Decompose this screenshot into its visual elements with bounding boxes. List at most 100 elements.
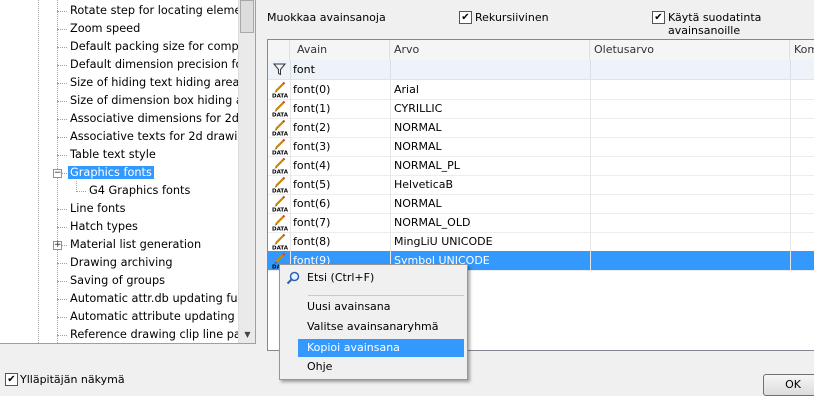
recursive-checkbox[interactable]: ✔ <box>459 11 472 24</box>
tree-item-label: G4 Graphics fonts <box>89 184 191 197</box>
key-cell: font(7) <box>293 216 331 229</box>
svg-text:DATA: DATA <box>272 132 288 137</box>
ok-button[interactable]: OK <box>763 374 814 396</box>
recursive-label[interactable]: Rekursiivinen <box>475 11 549 24</box>
tree-connector <box>57 65 67 66</box>
table-row[interactable]: DATA font(4) NORMAL_PL <box>268 156 814 176</box>
tree-item-label: Table text style <box>70 148 156 161</box>
menu-item-find[interactable]: Etsi (Ctrl+F) <box>298 269 464 287</box>
tree-item-label: Reference drawing clip line para <box>70 328 253 341</box>
tree-item[interactable]: Graphics fonts <box>68 164 154 182</box>
collapse-icon[interactable]: − <box>53 169 62 178</box>
column-header-default[interactable]: Oletusarvo <box>590 40 790 60</box>
tree-item[interactable]: Table text style <box>68 146 158 164</box>
tree-item[interactable]: Default packing size for compor <box>68 38 252 56</box>
keyword-tree[interactable]: Rotate step for locating element Zoom spe… <box>0 0 256 344</box>
value-cell: MingLiU UNICODE <box>394 235 493 248</box>
filter-keywords-label[interactable]: Käytä suodatinta avainsanoille <box>668 11 814 37</box>
tree-item-label: Associative dimensions for 2d d <box>70 112 250 125</box>
filter-row[interactable]: font <box>268 60 814 80</box>
filter-keywords-checkbox[interactable]: ✔ <box>652 11 665 24</box>
tree-guide-line <box>76 181 77 190</box>
key-cell: font(4) <box>293 159 331 172</box>
key-cell: font(1) <box>293 102 331 115</box>
tree-item-label: Size of dimension box hiding are <box>70 94 255 107</box>
table-row[interactable]: DATA font(0) Arial <box>268 80 814 100</box>
table-row[interactable]: DATA font(2) NORMAL <box>268 118 814 138</box>
column-header-comment[interactable]: Kom <box>790 40 814 60</box>
expand-icon[interactable]: + <box>53 241 62 250</box>
tree-connector <box>57 47 67 48</box>
context-menu[interactable]: Etsi (Ctrl+F) Uusi avainsana Valitse ava… <box>279 264 468 380</box>
tree-item-label: Line fonts <box>70 202 126 215</box>
svg-text:DATA: DATA <box>272 170 288 175</box>
tree-item[interactable]: Automatic attr.db updating func <box>68 290 253 308</box>
table-row[interactable]: DATA font(5) HelveticaB <box>268 175 814 195</box>
tree-connector <box>57 317 67 318</box>
tree-item-label: Material list generation <box>70 238 202 251</box>
tree-connector <box>57 299 67 300</box>
tree-item[interactable]: Default dimension precision for <box>68 56 249 74</box>
tree-item[interactable]: Saving of groups <box>68 272 167 290</box>
tree-item-label: Saving of groups <box>70 274 166 287</box>
tree-item[interactable]: Line fonts <box>68 200 128 218</box>
tree-item-label: Default dimension precision for <box>70 58 248 71</box>
tree-guide-line <box>38 0 39 343</box>
table-row[interactable]: DATA font(8) MingLiU UNICODE <box>268 232 814 252</box>
tree-connector <box>57 119 67 120</box>
table-row[interactable]: DATA font(6) NORMAL <box>268 194 814 214</box>
tree-item-label: Graphics fonts <box>68 166 154 179</box>
tree-scrollbar[interactable]: ▼ <box>238 0 255 343</box>
table-row[interactable]: DATA font(3) NORMAL <box>268 137 814 157</box>
tree-connector <box>57 281 67 282</box>
scroll-down-arrow-icon[interactable]: ▼ <box>239 326 255 343</box>
tree-item[interactable]: Automatic attribute updating fu <box>68 308 251 326</box>
tree-item[interactable]: Rotate step for locating element <box>68 2 255 20</box>
column-header-key[interactable]: Avain <box>290 40 390 60</box>
admin-view-checkbox[interactable]: ✔ <box>5 373 18 386</box>
tree-item-label: Default packing size for compor <box>70 40 251 53</box>
data-keyword-icon: DATA <box>272 81 288 98</box>
menu-item-new-keyword[interactable]: Uusi avainsana <box>298 298 464 316</box>
svg-text:DATA: DATA <box>272 151 288 156</box>
tree-item[interactable]: Hatch types <box>68 218 140 236</box>
data-keyword-icon: DATA <box>272 233 288 250</box>
table-row[interactable]: DATA font(7) NORMAL_OLD <box>268 213 814 233</box>
tree-connector <box>57 263 67 264</box>
tree-item[interactable]: Size of hiding text hiding area <box>68 74 241 92</box>
menu-item-copy-keyword[interactable]: Kopioi avainsana <box>298 339 464 357</box>
menu-item-help[interactable]: Ohje <box>298 358 464 376</box>
value-cell: NORMAL <box>394 121 442 134</box>
filter-input[interactable]: font <box>293 60 315 79</box>
tree-item[interactable]: Associative texts for 2d drawings <box>68 128 256 146</box>
key-cell: font(8) <box>293 235 331 248</box>
tree-item-label: Associative texts for 2d drawings <box>70 130 256 143</box>
tree-item-label: Zoom speed <box>70 22 141 35</box>
table-row[interactable]: DATA font(1) CYRILLIC <box>268 99 814 119</box>
grid-header: Avain Arvo Oletusarvo Kom <box>268 40 814 61</box>
value-cell: HelveticaB <box>394 178 454 191</box>
menu-item-select-keyword-group[interactable]: Valitse avainsanaryhmä <box>298 318 464 336</box>
tree-item[interactable]: Reference drawing clip line para <box>68 326 254 343</box>
admin-view-label[interactable]: Ylläpitäjän näkymä <box>20 373 125 386</box>
svg-text:DATA: DATA <box>272 227 288 232</box>
data-keyword-icon: DATA <box>272 214 288 232</box>
value-cell: Arial <box>394 83 419 96</box>
tree-item-label: Size of hiding text hiding area <box>70 76 240 89</box>
key-cell: font(2) <box>293 121 331 134</box>
tree-item[interactable]: Associative dimensions for 2d d <box>68 110 252 128</box>
value-cell: NORMAL <box>394 140 442 153</box>
tree-scroll-thumb[interactable] <box>240 0 254 33</box>
svg-text:DATA: DATA <box>272 113 288 118</box>
tree-item[interactable]: Size of dimension box hiding are <box>68 92 255 110</box>
tree-item[interactable]: Drawing archiving <box>68 254 175 272</box>
tree-item[interactable]: G4 Graphics fonts <box>87 182 192 200</box>
tree-item[interactable]: Zoom speed <box>68 20 142 38</box>
filter-funnel-icon <box>273 63 286 76</box>
data-keyword-icon: DATA <box>272 138 288 156</box>
tree-connector <box>57 29 67 30</box>
value-cell: CYRILLIC <box>394 102 443 115</box>
tree-connector <box>57 83 67 84</box>
column-header-value[interactable]: Arvo <box>390 40 590 60</box>
tree-item[interactable]: Material list generation <box>68 236 203 254</box>
